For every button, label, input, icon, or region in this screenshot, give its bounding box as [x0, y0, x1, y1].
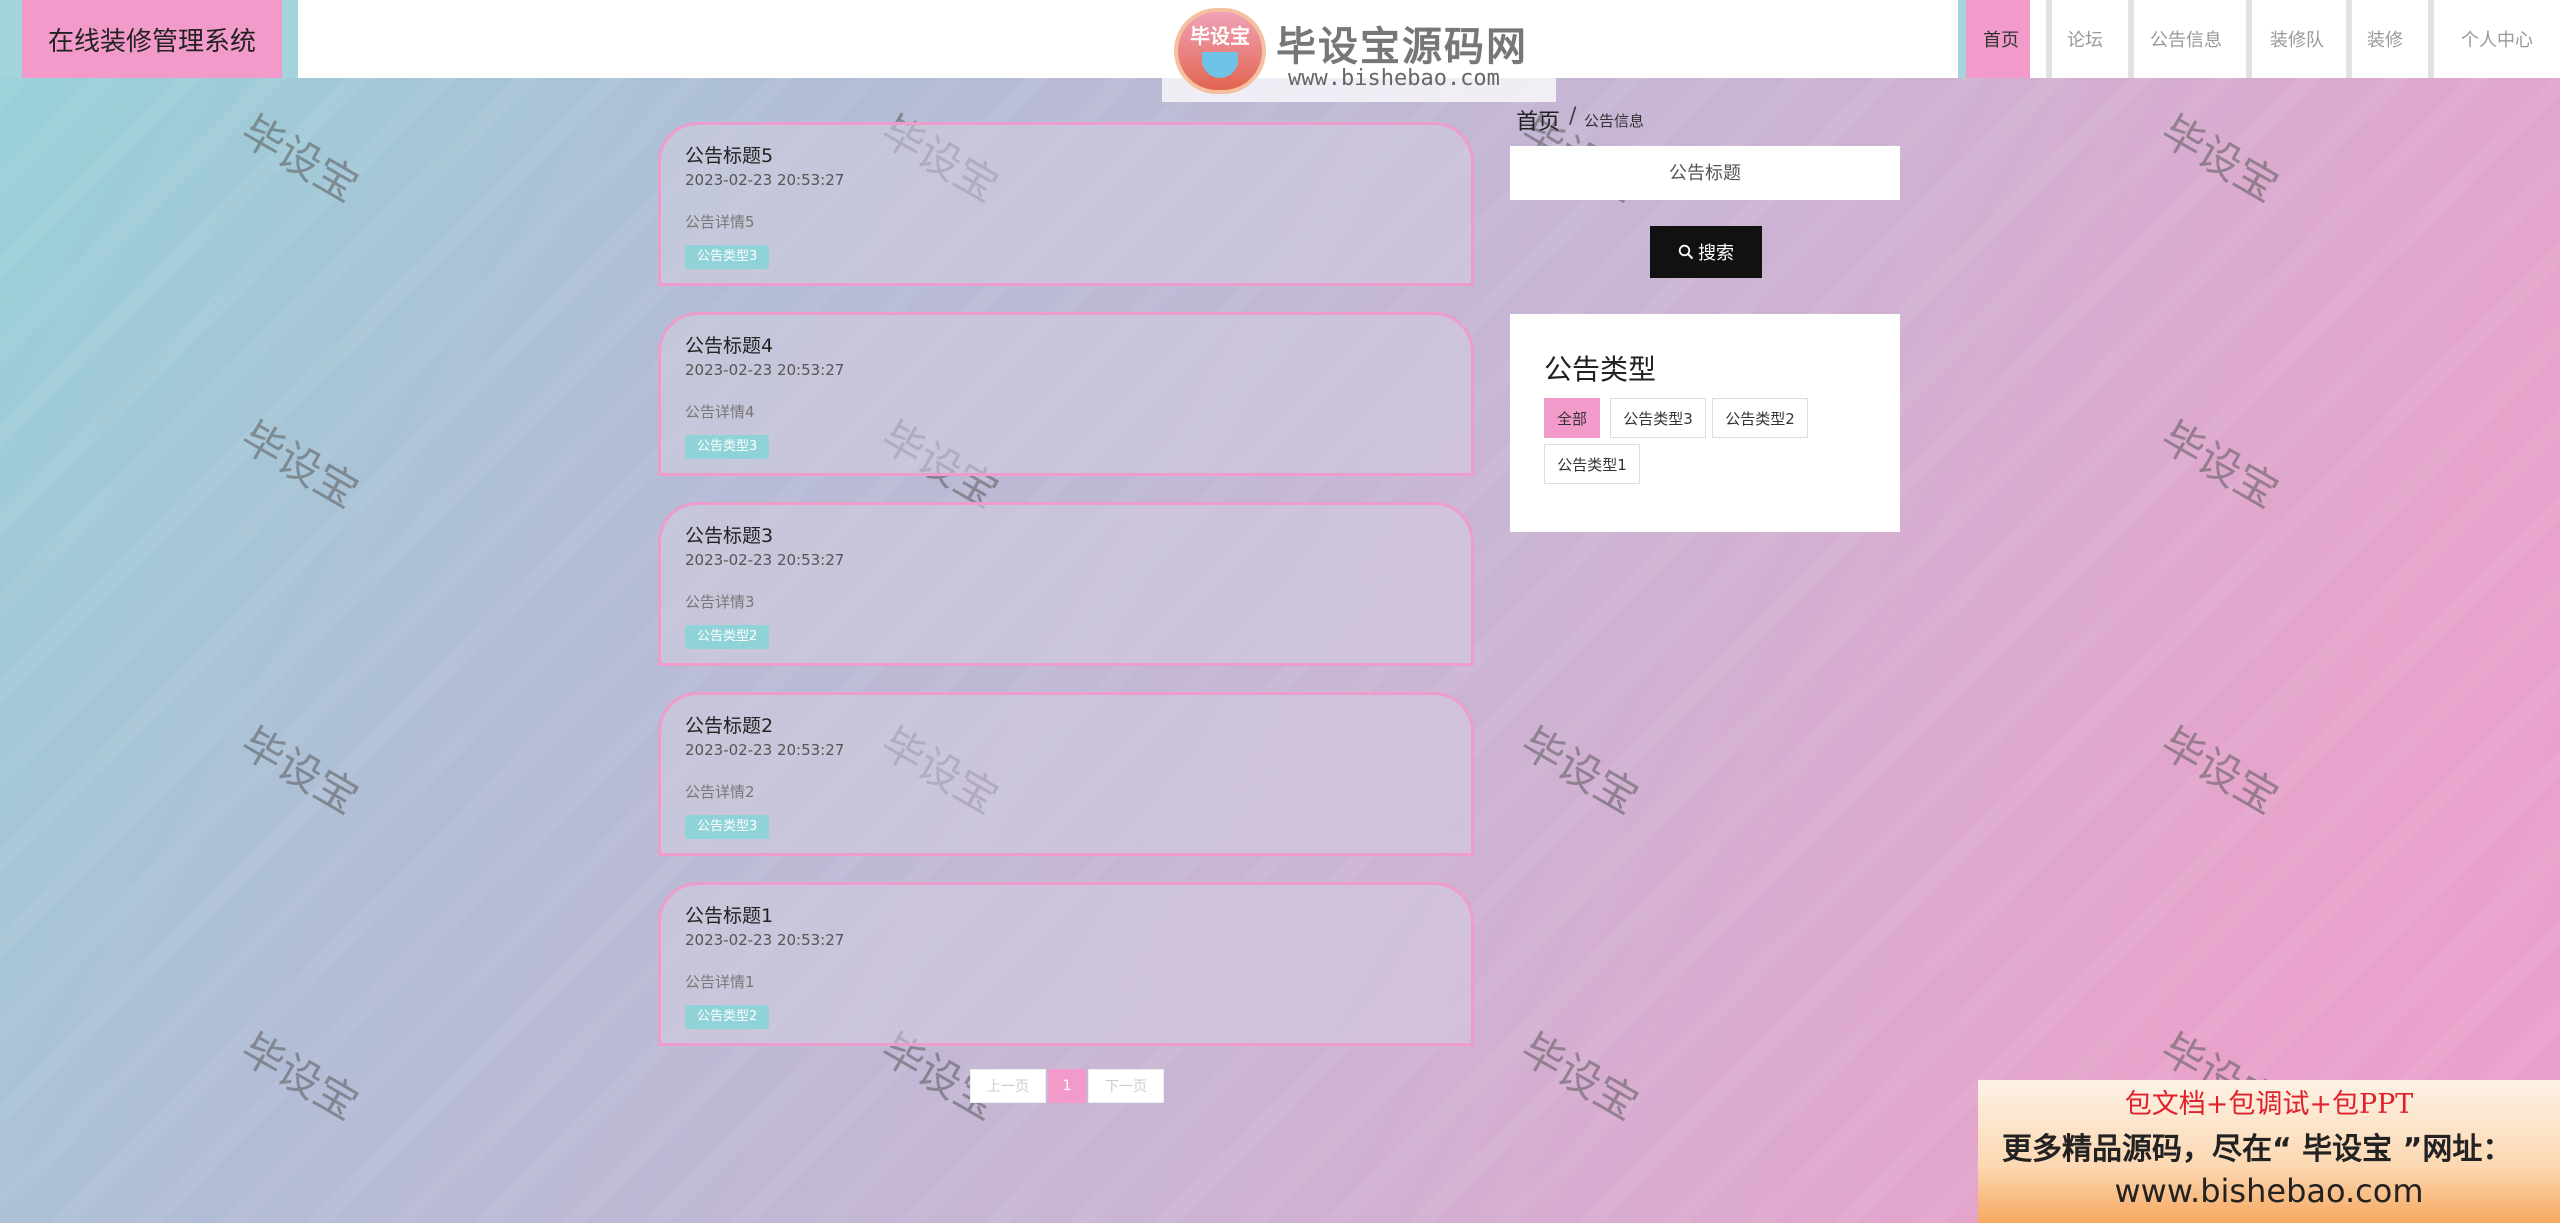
notice-detail: 公告详情1 [685, 973, 755, 991]
nav-profile[interactable]: 个人中心 [2428, 0, 2560, 78]
nav-renovation[interactable]: 装修 [2346, 0, 2418, 78]
promo-line1: 包文档+包调试+包PPT [2124, 1089, 2414, 1120]
watermark: 毕设宝 [1513, 717, 1647, 824]
promo-banner: 包文档+包调试+包PPT 更多精品源码，尽在“ 毕设宝 ”网址： www.bis… [1978, 1080, 2560, 1223]
notice-type-panel: 公告类型 全部 公告类型3 公告类型2 公告类型1 [1510, 314, 1900, 532]
nav-home[interactable]: 首页 [1966, 0, 2030, 78]
promo-url: www.bishebao.com [2114, 1172, 2424, 1210]
header-spacer [282, 0, 298, 78]
type-filter-type1[interactable]: 公告类型1 [1544, 444, 1640, 484]
notice-title[interactable]: 公告标题1 [685, 901, 773, 928]
watermark: 毕设宝 [233, 717, 367, 824]
breadcrumb-separator: / [1569, 104, 1577, 129]
search-icon [1678, 244, 1694, 260]
header-spacer [1958, 0, 1966, 78]
logo-title: 毕设宝源码网 [1276, 24, 1528, 70]
notice-title[interactable]: 公告标题5 [685, 141, 773, 168]
notice-detail: 公告详情3 [685, 593, 755, 611]
breadcrumb-home[interactable]: 首页 [1516, 104, 1560, 136]
type-filter-all[interactable]: 全部 [1544, 398, 1600, 438]
notice-card[interactable]: 公告标题5 2023-02-23 20:53:27 公告详情5 公告类型3 [658, 122, 1474, 286]
watermark: 毕设宝 [233, 411, 367, 518]
watermark: 毕设宝 [2153, 717, 2287, 824]
breadcrumb-current: 公告信息 [1584, 112, 1645, 130]
current-page-button[interactable]: 1 [1048, 1069, 1086, 1103]
notice-type-tag: 公告类型3 [685, 245, 770, 269]
notice-type-tag: 公告类型2 [685, 1005, 770, 1029]
logo-url: www.bishebao.com [1288, 66, 1500, 91]
notice-time: 2023-02-23 20:53:27 [685, 551, 845, 569]
watermark: 毕设宝 [2153, 411, 2287, 518]
notice-time: 2023-02-23 20:53:27 [685, 931, 845, 949]
notice-card[interactable]: 公告标题3 2023-02-23 20:53:27 公告详情3 公告类型2 [658, 502, 1474, 666]
prev-page-button[interactable]: 上一页 [970, 1069, 1046, 1103]
watermark: 毕设宝 [2153, 105, 2287, 212]
notice-title[interactable]: 公告标题4 [685, 331, 773, 358]
notice-title-search-input[interactable] [1510, 146, 1900, 200]
search-button[interactable]: 搜索 [1650, 226, 1762, 278]
notice-card[interactable]: 公告标题4 2023-02-23 20:53:27 公告详情4 公告类型3 [658, 312, 1474, 476]
logo-badge-icon: 毕设宝 [1174, 8, 1266, 94]
notice-type-tag: 公告类型3 [685, 815, 770, 839]
type-filter-type3[interactable]: 公告类型3 [1610, 398, 1706, 438]
notice-time: 2023-02-23 20:53:27 [685, 361, 845, 379]
notice-detail: 公告详情2 [685, 783, 755, 801]
nav-forum[interactable]: 论坛 [2046, 0, 2118, 78]
notice-card[interactable]: 公告标题2 2023-02-23 20:53:27 公告详情2 公告类型3 [658, 692, 1474, 856]
promo-line2: 更多精品源码，尽在“ 毕设宝 ”网址： [2002, 1132, 2513, 1167]
type-filter-type2[interactable]: 公告类型2 [1712, 398, 1808, 438]
logo-face-shape [1202, 52, 1238, 78]
notice-card[interactable]: 公告标题1 2023-02-23 20:53:27 公告详情1 公告类型2 [658, 882, 1474, 1046]
next-page-button[interactable]: 下一页 [1088, 1069, 1164, 1103]
header-spacer [0, 0, 22, 78]
notice-time: 2023-02-23 20:53:27 [685, 171, 845, 189]
watermark: 毕设宝 [1513, 1023, 1647, 1130]
search-button-label: 搜索 [1698, 243, 1734, 264]
logo-badge-text: 毕设宝 [1190, 24, 1250, 48]
notice-type-tag: 公告类型3 [685, 435, 770, 459]
nav-notices[interactable]: 公告信息 [2128, 0, 2238, 78]
notice-time: 2023-02-23 20:53:27 [685, 741, 845, 759]
notice-type-tag: 公告类型2 [685, 625, 770, 649]
nav-teams[interactable]: 装修队 [2246, 0, 2342, 78]
watermark: 毕设宝 [233, 105, 367, 212]
logo-watermark: 毕设宝 毕设宝源码网 www.bishebao.com [1162, 4, 1556, 102]
notice-title[interactable]: 公告标题3 [685, 521, 773, 548]
notice-title[interactable]: 公告标题2 [685, 711, 773, 738]
notice-detail: 公告详情5 [685, 213, 755, 231]
notice-detail: 公告详情4 [685, 403, 755, 421]
site-brand[interactable]: 在线装修管理系统 [22, 0, 282, 78]
watermark: 毕设宝 [233, 1023, 367, 1130]
notice-type-title: 公告类型 [1544, 353, 1657, 386]
